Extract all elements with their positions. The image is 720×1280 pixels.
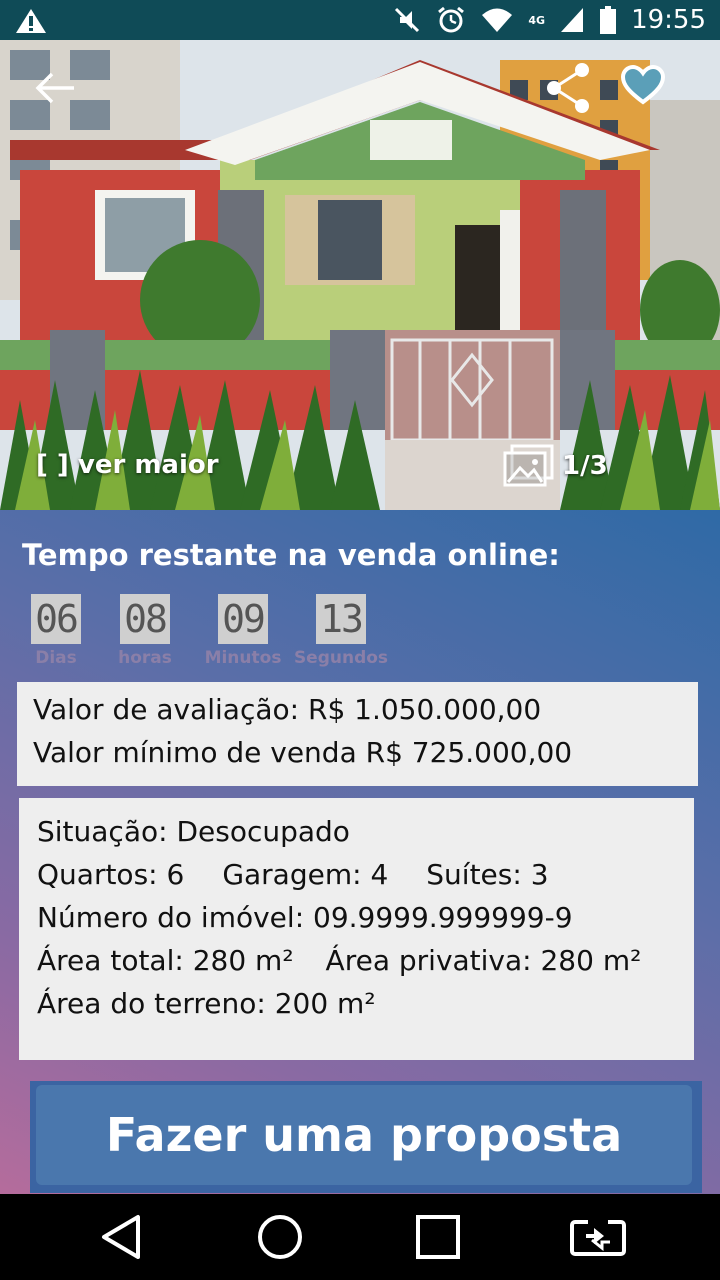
view-larger-link[interactable]: [ ] ver maior	[36, 450, 219, 480]
make-proposal-button[interactable]: Fazer uma proposta	[36, 1085, 692, 1185]
countdown-minutes-label: Minutos	[204, 648, 282, 668]
navigation-bar	[0, 1194, 720, 1280]
countdown-minutes-value: 09	[218, 594, 268, 644]
countdown-seconds-label: Segundos	[293, 648, 389, 668]
total-area: Área total: 280 m²	[37, 944, 294, 977]
photo-counter-text: 1/3	[562, 451, 608, 481]
minimum-sale-value: Valor mínimo de venda R$ 725.000,00	[33, 736, 573, 769]
countdown-heading: Tempo restante na venda online:	[22, 538, 560, 572]
photo-counter[interactable]: 1/3	[502, 444, 608, 488]
situation: Situação: Desocupado	[37, 815, 350, 848]
back-arrow-icon[interactable]	[34, 68, 78, 108]
mute-icon	[395, 7, 420, 33]
home-nav-icon[interactable]	[256, 1212, 304, 1262]
network-type: 4G	[528, 13, 546, 27]
house-photo	[0, 40, 720, 510]
countdown-days: 06 Dias	[30, 594, 82, 668]
bedrooms: Quartos: 6	[37, 858, 185, 891]
clock: 19:55	[631, 5, 706, 35]
countdown-days-value: 06	[31, 594, 81, 644]
status-bar: 4G 19:55	[0, 0, 720, 40]
garage: Garagem: 4	[222, 858, 389, 891]
private-area: Área privativa: 280 m²	[325, 944, 642, 977]
heart-icon[interactable]	[620, 64, 666, 106]
wifi-icon	[482, 8, 513, 32]
back-nav-icon[interactable]	[98, 1212, 144, 1262]
land-area: Área do terreno: 200 m²	[37, 987, 376, 1020]
signal-icon	[561, 8, 584, 32]
countdown-minutes: 09 Minutos	[202, 594, 284, 668]
rooms-row: Quartos: 6 Garagem: 4 Suítes: 3	[37, 853, 676, 896]
suites: Suítes: 3	[426, 858, 549, 891]
appraisal-value: Valor de avaliação: R$ 1.050.000,00	[33, 693, 542, 726]
warning-icon	[16, 9, 46, 33]
countdown-seconds-value: 13	[316, 594, 366, 644]
property-details-box: Situação: Desocupado Quartos: 6 Garagem: …	[19, 798, 694, 1060]
alarm-icon	[438, 6, 465, 33]
areas-row: Área total: 280 m² Área privativa: 280 m²	[37, 939, 676, 982]
countdown-timer: 06 Dias 08 horas 09 Minutos 13 Segundos	[30, 594, 410, 674]
share-icon[interactable]	[542, 60, 598, 116]
sale-info-panel: Tempo restante na venda online: 06 Dias …	[0, 510, 720, 1194]
screen-rotate-icon[interactable]	[568, 1212, 628, 1262]
battery-icon	[600, 6, 617, 34]
proposal-button-container: Fazer uma proposta	[30, 1081, 702, 1193]
recents-nav-icon[interactable]	[414, 1212, 462, 1262]
countdown-hours-value: 08	[120, 594, 170, 644]
property-photo[interactable]: [ ] ver maior 1/3	[0, 40, 720, 510]
countdown-days-label: Dias	[35, 648, 77, 668]
price-box: Valor de avaliação: R$ 1.050.000,00 Valo…	[17, 682, 698, 786]
countdown-hours: 08 horas	[110, 594, 180, 668]
countdown-hours-label: horas	[118, 648, 172, 668]
countdown-seconds: 13 Segundos	[292, 594, 390, 668]
gallery-icon	[503, 444, 554, 487]
property-number: Número do imóvel: 09.9999.999999-9	[37, 901, 573, 934]
